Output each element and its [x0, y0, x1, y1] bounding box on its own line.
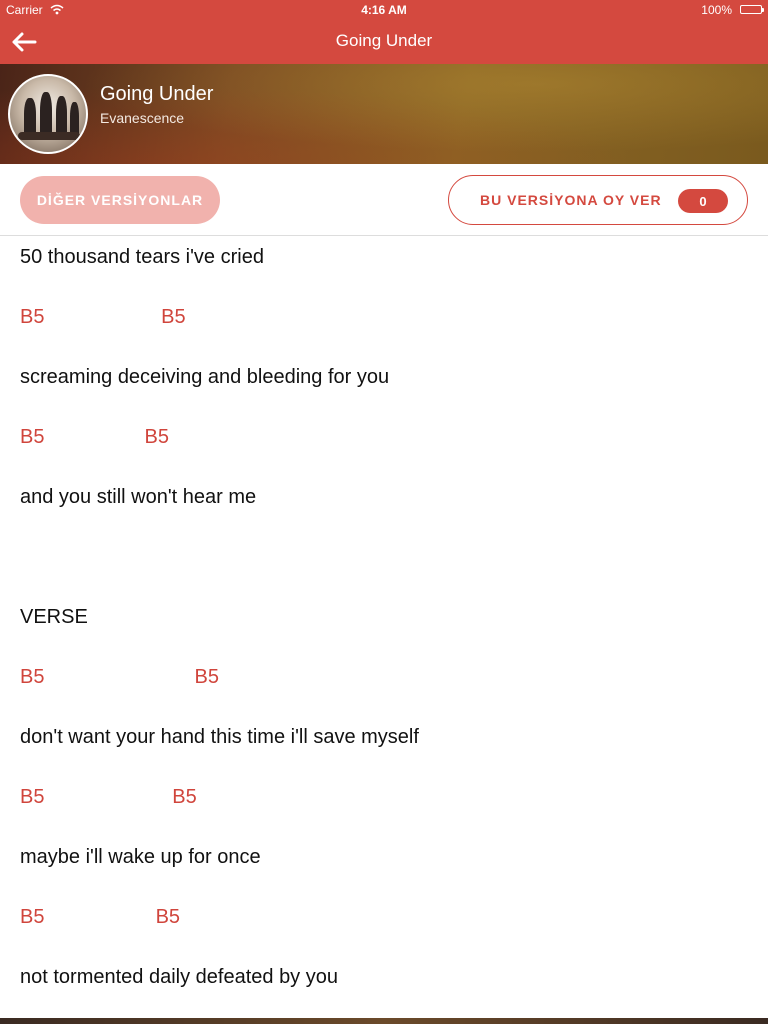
lyric-line: and you still won't hear me	[20, 486, 257, 508]
chord-line[interactable]: B5 B5	[20, 426, 169, 452]
version-actions: DİĞER VERSİYONLAR BU VERSİYONA OY VER 0	[0, 164, 768, 236]
song-header: Going Under Evanescence	[0, 64, 768, 164]
battery-icon	[740, 5, 764, 14]
song-title: Going Under	[100, 83, 214, 105]
lyrics-content[interactable]: 50 thousand tears i've cried B5 B5 screami…	[0, 236, 768, 1018]
status-time: 4:16 AM	[361, 3, 407, 17]
vote-label: BU VERSİYONA OY VER	[480, 192, 662, 208]
lyric-line: screaming deceiving and bleeding for you	[20, 366, 390, 388]
album-art	[8, 74, 88, 154]
bottom-bar	[0, 1018, 768, 1024]
vote-count-badge: 0	[678, 189, 728, 213]
lyric-line: don't want your hand this time i'll save…	[20, 726, 419, 748]
status-bar: Carrier 4:16 AM 100%	[0, 0, 768, 20]
battery-percentage: 100%	[701, 3, 732, 17]
chord-line[interactable]: B5 B5	[20, 786, 197, 812]
navigation-bar: Going Under	[0, 20, 768, 64]
chord-line[interactable]: B5 B5	[20, 906, 180, 932]
lyric-line: maybe i'll wake up for once	[20, 846, 261, 868]
lyric-line: 50 thousand tears i've cried	[20, 246, 264, 268]
lyric-line: not tormented daily defeated by you	[20, 966, 338, 988]
nav-title: Going Under	[335, 31, 433, 50]
other-versions-button[interactable]: DİĞER VERSİYONLAR	[20, 176, 220, 224]
chord-line[interactable]: B5 B5	[20, 306, 186, 332]
song-chords-screen: Carrier 4:16 AM 100% Going Under Going U…	[0, 0, 768, 1024]
vote-version-button[interactable]: BU VERSİYONA OY VER 0	[448, 175, 748, 225]
artist-name[interactable]: Evanescence	[100, 110, 184, 126]
chord-line[interactable]: B5 B5	[20, 666, 219, 692]
lyric-line: VERSE	[20, 606, 88, 628]
